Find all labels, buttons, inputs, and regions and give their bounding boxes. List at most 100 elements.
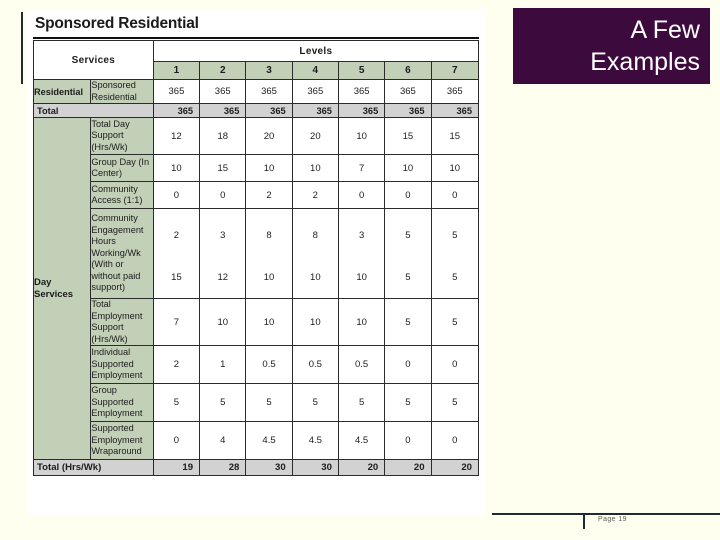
- table-row: Day Services Total Day Support (Hrs/Wk) …: [32, 117, 480, 460]
- cell-value: 5: [337, 383, 386, 422]
- footer-rule: [492, 513, 720, 515]
- cell-value: 0.5: [245, 345, 293, 384]
- service-label: Individual Supported Employment: [90, 345, 154, 384]
- cell-value: 365: [384, 79, 432, 104]
- cell-value: 5: [405, 271, 411, 283]
- cell-value: 15: [171, 271, 182, 283]
- cell-value: 10: [245, 298, 293, 346]
- cell-value: 5: [291, 383, 339, 422]
- cell-value: 10: [430, 154, 480, 182]
- cell-value: 1: [199, 345, 247, 384]
- table-row: Residential Sponsored Residential 365 36…: [32, 79, 480, 104]
- cell-value: 8: [266, 230, 272, 241]
- cell-value: 0: [199, 181, 247, 209]
- service-label: Total Employment Support (Hrs/Wk): [90, 298, 154, 346]
- table-row-total-day-services: Total (Hrs/Wk) 19 28 30 30 20 20 20: [33, 459, 480, 476]
- cell-value: 2: [245, 181, 293, 209]
- service-label: Total Day Support (Hrs/Wk): [90, 117, 154, 155]
- cell-value: 365: [291, 79, 339, 104]
- total-label: Total (Hrs/Wk): [33, 459, 154, 476]
- cell-value: 365: [199, 79, 247, 104]
- cell-value: 10: [337, 117, 386, 155]
- table-row: Total Employment Support (Hrs/Wk) 7 10 1…: [34, 298, 480, 346]
- service-label: Group Supported Employment: [90, 383, 154, 422]
- panel-heading: Sponsored Residential: [35, 15, 199, 32]
- total-value: 30: [291, 459, 339, 476]
- cell-value: 5: [384, 298, 432, 346]
- slide-title-box: A Few Examples: [513, 8, 710, 84]
- slide-title-line-2: Examples: [590, 48, 700, 76]
- cell-value-stack: 5 5: [430, 208, 480, 299]
- table-row: Community Access (1:1) 0 0 2 2 0 0 0: [34, 181, 480, 209]
- cell-value: 0: [152, 181, 201, 209]
- cell-value: 10: [291, 154, 339, 182]
- cell-value: 4.5: [291, 421, 339, 460]
- cell-value: 4.5: [337, 421, 386, 460]
- table-row-total-residential: Total 365 365 365 365 365 365 365: [33, 103, 480, 118]
- table-row: Community Engagement Hours Working/Wk (W…: [34, 208, 480, 299]
- header-level-3: 3: [245, 61, 293, 80]
- slide-title-line-1: A Few: [630, 16, 700, 44]
- total-value: 20: [337, 459, 386, 476]
- cell-value: 365: [430, 79, 480, 104]
- cell-value: 5: [245, 383, 293, 422]
- header-services: Services: [33, 40, 154, 80]
- cell-value: 5: [199, 383, 247, 422]
- cell-value: 2: [291, 181, 339, 209]
- footer-tick-mark: [583, 513, 585, 529]
- page-number: Page 19: [598, 516, 627, 523]
- cell-value: 7: [152, 298, 201, 346]
- cell-value: 365: [152, 79, 201, 104]
- cell-value: 5: [430, 383, 480, 422]
- cell-value: 5: [430, 298, 480, 346]
- cell-value: 12: [152, 117, 201, 155]
- cell-value: 5: [405, 230, 411, 241]
- panel-heading-rule: [33, 37, 479, 39]
- table-row: Group Day (In Center) 10 15 10 10 7 10 1…: [34, 154, 480, 182]
- service-label: Community Access (1:1): [90, 181, 154, 209]
- cell-value: 5: [452, 271, 458, 283]
- total-value: 28: [199, 459, 247, 476]
- cell-value-stack: 8 10: [245, 208, 293, 299]
- total-value: 365: [199, 103, 247, 118]
- cell-value: 8: [312, 230, 318, 241]
- total-value: 365: [337, 103, 386, 118]
- cell-value: 0: [384, 345, 432, 384]
- cell-value: 10: [337, 298, 386, 346]
- header-level-1: 1: [152, 61, 201, 80]
- cell-value-stack: 5 5: [384, 208, 432, 299]
- cell-value: 0: [430, 181, 480, 209]
- cell-value: 4.5: [245, 421, 293, 460]
- cell-value: 3: [220, 230, 226, 241]
- table-row: Supported Employment Wraparound 0 4 4.5 …: [34, 421, 480, 460]
- total-value: 365: [152, 103, 201, 118]
- cell-value: 5: [452, 230, 458, 241]
- cell-value: 0: [337, 181, 386, 209]
- cell-value: 15: [430, 117, 480, 155]
- cell-value: 7: [337, 154, 386, 182]
- cell-value: 0: [152, 421, 201, 460]
- cell-value: 0: [430, 421, 480, 460]
- cell-value: 0: [384, 181, 432, 209]
- total-value: 19: [152, 459, 201, 476]
- header-level-7: 7: [430, 61, 480, 80]
- cell-value: 365: [245, 79, 293, 104]
- cell-value: 2: [152, 345, 201, 384]
- cell-value: 10: [291, 298, 339, 346]
- total-value: 365: [245, 103, 293, 118]
- cell-value: 365: [337, 79, 386, 104]
- cell-value: 20: [291, 117, 339, 155]
- cell-value: 20: [245, 117, 293, 155]
- total-value: 20: [430, 459, 480, 476]
- header-level-4: 4: [291, 61, 339, 80]
- group-label-day-services: Day Services: [32, 117, 92, 460]
- header-level-2: 2: [199, 61, 247, 80]
- service-label: Community Engagement Hours Working/Wk (W…: [90, 208, 154, 299]
- cell-value: 5: [384, 383, 432, 422]
- total-value: 20: [384, 459, 432, 476]
- table-row: Group Supported Employment 5 5 5 5 5 5 5: [34, 383, 480, 422]
- header-levels: Levels: [152, 40, 480, 62]
- service-label: Group Day (In Center): [90, 154, 154, 182]
- cell-value: 2: [173, 230, 180, 241]
- cell-value: 10: [199, 298, 247, 346]
